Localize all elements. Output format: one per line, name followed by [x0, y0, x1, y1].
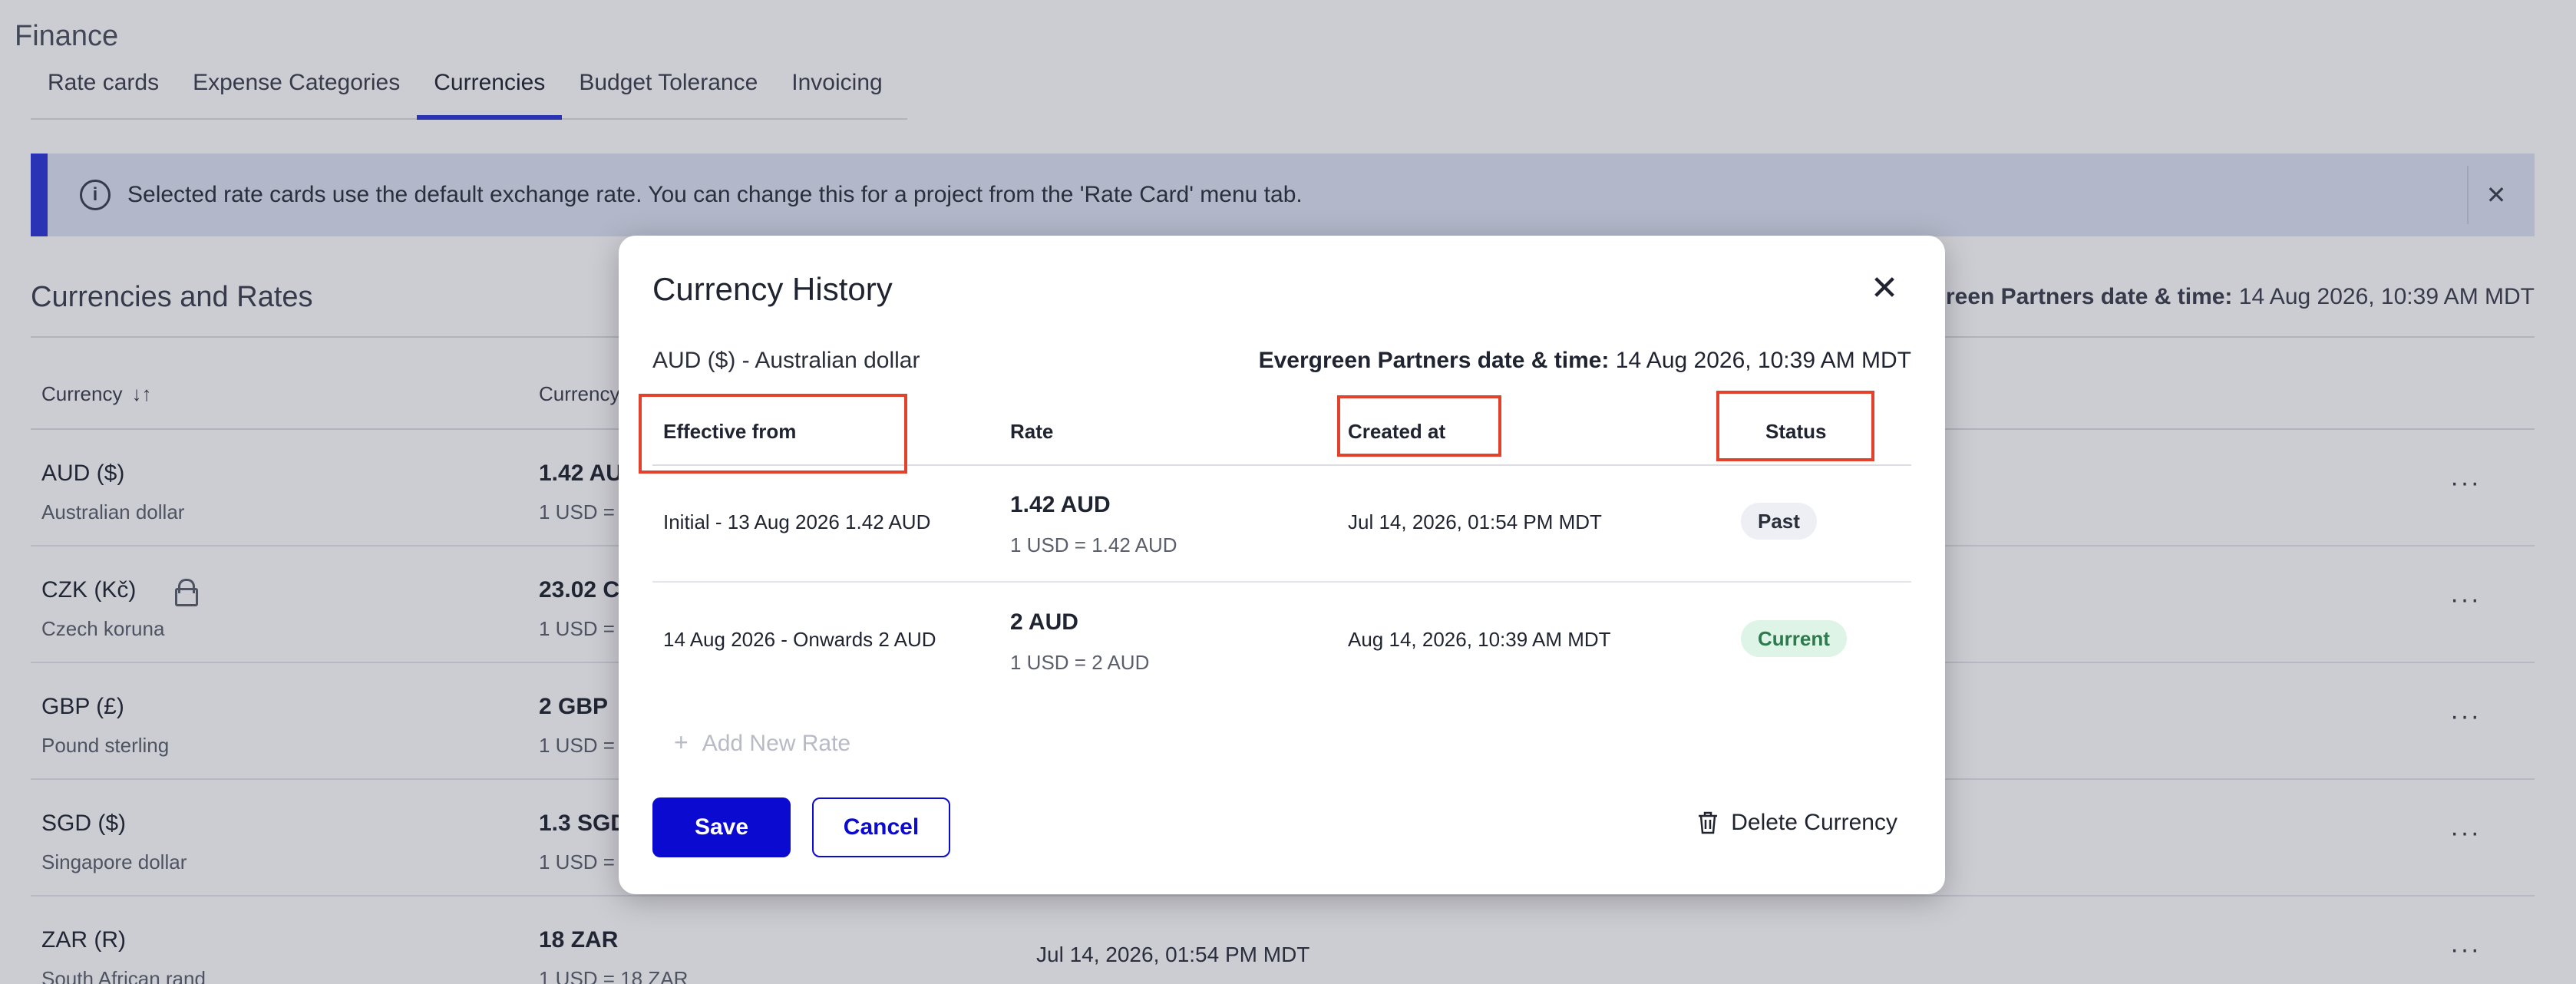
status-badge: Past	[1741, 503, 1817, 540]
effective-from-value: 14 Aug 2026 - Onwards 2 AUD	[663, 628, 936, 651]
rate-header: Rate	[1010, 420, 1054, 443]
cancel-button[interactable]: Cancel	[812, 797, 950, 857]
dialog-meta-value: 14 Aug 2026, 10:39 AM MDT	[1609, 348, 1911, 373]
trash-icon	[1699, 811, 1718, 834]
created-at-value: Aug 14, 2026, 10:39 AM MDT	[1348, 628, 1611, 651]
highlight-box-status	[1716, 391, 1874, 461]
plus-icon: +	[674, 728, 689, 756]
dialog-title: Currency History	[652, 271, 893, 307]
add-new-rate-label: Add New Rate	[702, 731, 851, 756]
dialog-subtitle: AUD ($) - Australian dollar	[652, 348, 920, 373]
save-button[interactable]: Save	[652, 797, 791, 857]
highlight-box-effective-from	[639, 394, 907, 474]
status-badge: Current	[1741, 620, 1847, 657]
table-row: Initial - 13 Aug 2026 1.42 AUD 1.42 AUD …	[652, 466, 1911, 583]
rate-value: 2 AUD	[1010, 609, 1078, 635]
currency-history-dialog: Currency History ✕ AUD ($) - Australian …	[619, 236, 1945, 894]
table-row: 14 Aug 2026 - Onwards 2 AUD 2 AUD 1 USD …	[652, 583, 1911, 700]
rate-conversion: 1 USD = 2 AUD	[1010, 651, 1150, 674]
close-icon[interactable]: ✕	[1865, 269, 1904, 308]
delete-currency-label: Delete Currency	[1731, 810, 1897, 835]
rate-conversion: 1 USD = 1.42 AUD	[1010, 533, 1177, 556]
created-at-value: Jul 14, 2026, 01:54 PM MDT	[1348, 510, 1602, 533]
highlight-box-created-at	[1337, 395, 1501, 457]
effective-from-value: Initial - 13 Aug 2026 1.42 AUD	[663, 510, 931, 533]
rate-value: 1.42 AUD	[1010, 492, 1111, 517]
add-new-rate-button[interactable]: + Add New Rate	[674, 728, 850, 757]
dialog-date-time: Evergreen Partners date & time: 14 Aug 2…	[1259, 348, 1911, 374]
dialog-meta-label: Evergreen Partners date & time:	[1258, 348, 1610, 373]
delete-currency-button[interactable]: Delete Currency	[1697, 810, 1897, 836]
